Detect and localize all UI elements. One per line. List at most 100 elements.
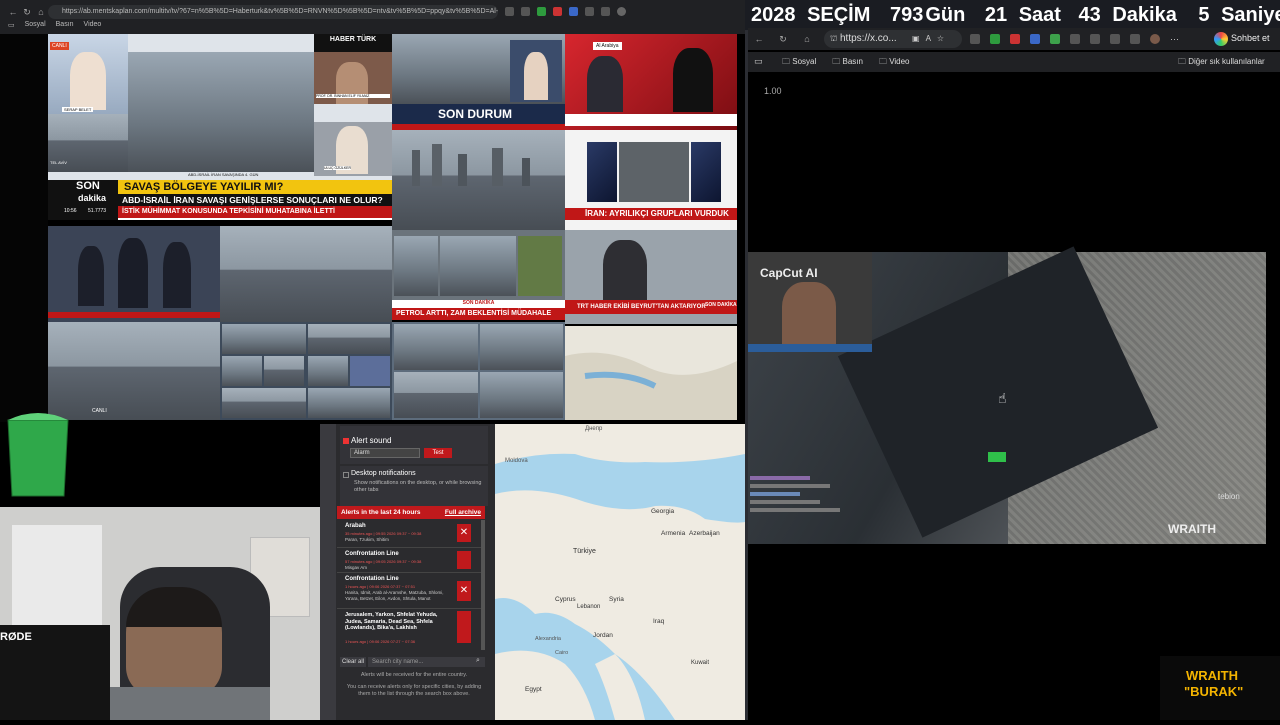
profile-avatar-icon[interactable]	[1150, 34, 1160, 44]
dakika-text: dakika	[78, 193, 107, 203]
smoke-collage-feed[interactable]: SON DAKİKA PETROL ARTTI, ZAM BEKLENTİSİ …	[392, 230, 565, 320]
bookmark-video[interactable]: Video	[84, 21, 102, 29]
camera-cell	[480, 324, 563, 370]
bookmark-sosyal[interactable]: 🗀 Sosyal	[782, 56, 816, 70]
dismiss-alert-icon[interactable]: ✕	[457, 581, 471, 601]
bookmark-video[interactable]: 🗀 Video	[879, 56, 910, 70]
clear-all-button[interactable]: Clear all	[340, 657, 366, 667]
extension-icon[interactable]	[1050, 34, 1060, 44]
collage-feed[interactable]: İRAN: AYRILIKÇI GRUPLARI VURDUK	[565, 130, 737, 230]
extension-icon[interactable]	[1070, 34, 1080, 44]
trt-beyrut-feed[interactable]: TRT HABER EKİBİ BEYRUT'TAN AKTARIYOR SON…	[565, 230, 737, 324]
folder-icon: 🗀	[1178, 57, 1189, 66]
alarabiya-feed[interactable]: Al Arabiya	[565, 34, 737, 130]
full-archive-link[interactable]: Full archive	[445, 509, 481, 516]
map-label-azerbaijan: Azerbaijan	[689, 530, 720, 537]
bookmark-label: Video	[889, 57, 910, 66]
alert-item[interactable]: Jerusalem, Yarkon, Shfelat Yehuda, Judea…	[337, 609, 481, 649]
city-search-input[interactable]: Search city name...	[368, 657, 485, 667]
alert-time: 57 minutes ago | 09:05 2026 09:37 ~ 09:3…	[345, 559, 422, 564]
star-icon[interactable]: ☆	[937, 34, 944, 43]
wraith-burak-logo: WRAITH "BURAK"	[1160, 656, 1280, 720]
reading-list-icon[interactable]: ▭	[754, 56, 763, 67]
alert-item[interactable]: Confrontation Line 1 hours ago | 09:06 2…	[337, 573, 481, 609]
favorites-icon[interactable]	[1110, 34, 1120, 44]
alerts-scrollbar[interactable]	[481, 520, 485, 650]
desktop-notifications-checkbox[interactable]	[343, 472, 349, 478]
alert-sound-checkbox[interactable]	[343, 438, 349, 444]
headline-main: SAVAŞ BÖLGEYE YAYILIR MI?	[118, 180, 392, 194]
home-icon[interactable]: ⌂	[802, 34, 812, 44]
bookmark-basin[interactable]: Basın	[56, 21, 74, 29]
anchor-figure	[524, 52, 548, 100]
bookmark-icon[interactable]: ▭	[8, 21, 15, 29]
extension-icon[interactable]	[585, 7, 594, 16]
reload-icon[interactable]: ↻	[778, 34, 788, 44]
extension-icon[interactable]	[537, 7, 546, 16]
cockpit-display	[988, 452, 1006, 462]
alert-places: Hanita, Idmit, Arab al-Aramshe, Matzuba,…	[345, 590, 444, 601]
alert-item[interactable]: Arabah 35 minutes ago | 09:55 2026 09:37…	[337, 520, 481, 548]
alert-sound-select[interactable]: Alarm	[350, 448, 420, 458]
search-icon[interactable]: ⌕	[476, 657, 480, 665]
right-url-text[interactable]: https://x.co...	[840, 31, 910, 46]
test-button[interactable]: Test	[424, 448, 452, 458]
camera-cell	[350, 356, 390, 386]
extension-icon[interactable]	[569, 7, 578, 16]
left-bookmarks-bar: ▭ Sosyal Basın Video	[8, 21, 101, 29]
copilot-icon[interactable]	[1214, 32, 1228, 46]
read-aloud-icon[interactable]: A	[926, 34, 931, 43]
split-screen-icon[interactable]	[1090, 34, 1100, 44]
map-label-cairo: Cairo	[555, 650, 569, 656]
flight-tracker-map[interactable]	[565, 326, 737, 420]
back-icon[interactable]: ←	[8, 7, 18, 17]
alerts-list: Arabah 35 minutes ago | 09:55 2026 09:37…	[337, 520, 481, 650]
alert-map[interactable]: Днепр Moldova Georgia Armenia Azerbaijan…	[495, 424, 745, 720]
extension-icon[interactable]	[521, 7, 530, 16]
tab-icon[interactable]: ▣	[912, 34, 920, 43]
profile-avatar-icon[interactable]	[617, 7, 626, 16]
skyline-shot	[128, 52, 314, 172]
son-durum-feed[interactable]: SON DURUM	[392, 34, 565, 130]
coastal-city-feed[interactable]	[220, 226, 392, 322]
map-label-egypt: Egypt	[525, 686, 542, 693]
alert-item[interactable]: Confrontation Line 57 minutes ago | 09:0…	[337, 548, 481, 573]
alerts-last24-label: Alerts in the last 24 hours	[341, 509, 421, 516]
collage-panel	[394, 236, 438, 296]
dismiss-alert-icon[interactable]: ✕	[457, 524, 471, 542]
chat-button[interactable]: Sohbet et	[1231, 33, 1270, 43]
camera-cell	[222, 356, 262, 386]
tel-aviv-shot: TEL AVİV	[48, 114, 128, 172]
election-countdown: 2028 SEÇİM 793 Gün 21 Saat 43 Dakika 5 Sa…	[745, 0, 1280, 30]
city-skyline-feed[interactable]	[392, 130, 565, 230]
more-icon[interactable]: ···	[1170, 34, 1179, 44]
home-icon[interactable]: ⌂	[36, 7, 46, 17]
alert-time: 35 minutes ago | 09:55 2026 09:37 ~ 09:3…	[345, 531, 422, 536]
extension-icon[interactable]	[601, 7, 610, 16]
coast-camera-feed[interactable]	[392, 322, 565, 420]
extension-icon[interactable]	[553, 7, 562, 16]
address-actions: ▣ A ☆	[912, 34, 944, 43]
extension-icon[interactable]	[970, 34, 980, 44]
headline-sub: ABD-İSRAİL İRAN SAVAŞI GENİŞLERSE SONUÇL…	[118, 194, 392, 206]
bookmark-sosyal[interactable]: Sosyal	[25, 21, 46, 29]
haberturk-feed[interactable]: CANLI SERAP BELET HABER TÜRK PROF. DR. B…	[48, 34, 392, 220]
press-conference-feed[interactable]	[48, 226, 220, 322]
other-bookmarks[interactable]: 🗀 Diğer sık kullanılanlar	[1178, 56, 1265, 70]
right-bookmarks: 🗀 Sosyal 🗀 Basın 🗀 Video	[782, 56, 910, 70]
extension-icon[interactable]	[1010, 34, 1020, 44]
wraith-video-watermark: WRAITH	[1168, 522, 1216, 536]
collections-icon[interactable]	[1130, 34, 1140, 44]
back-icon[interactable]: ←	[754, 34, 764, 44]
extension-icon[interactable]	[990, 34, 1000, 44]
bookmark-basin[interactable]: 🗀 Basın	[832, 56, 863, 70]
reload-icon[interactable]: ↻	[22, 7, 32, 17]
studio-inset	[510, 40, 562, 102]
desktop-notifications-label: Desktop notifications	[351, 470, 416, 477]
rooftop-city-feed[interactable]: CANLI	[48, 322, 220, 420]
cockpit-video[interactable]: CapCut AI tebion WRAITH	[748, 246, 1266, 544]
camera-grid-feed[interactable]	[220, 322, 392, 420]
extension-icon[interactable]	[1030, 34, 1040, 44]
extension-icon[interactable]	[505, 7, 514, 16]
left-url-field[interactable]: https://ab.mentskaplan.com/multitv/tv/?6…	[48, 5, 498, 19]
